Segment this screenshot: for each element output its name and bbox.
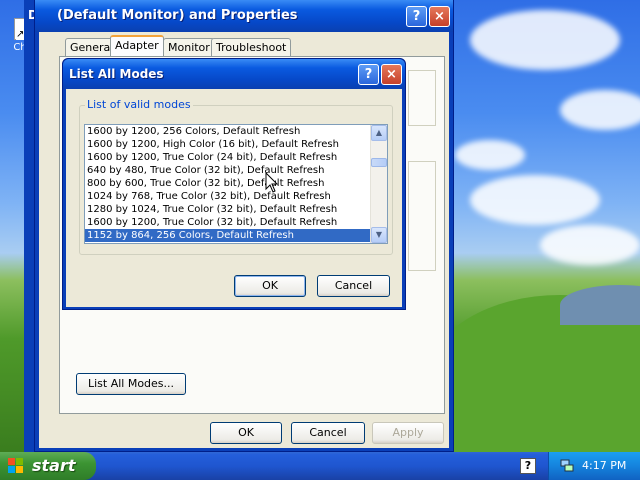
tab-adapter[interactable]: Adapter (110, 35, 164, 57)
scroll-up-icon[interactable]: ▲ (371, 125, 387, 141)
taskbar: start ? 4:17 PM (0, 452, 640, 480)
start-label: start (32, 456, 76, 475)
panel-group-fragment (408, 70, 436, 126)
scroll-down-icon[interactable]: ▼ (371, 227, 387, 243)
mode-list-item[interactable]: 1600 by 1200, True Color (32 bit), Defau… (85, 216, 387, 229)
properties-titlebar[interactable]: (Default Monitor) and Properties ? × (35, 0, 453, 32)
windows-logo-icon (8, 458, 23, 473)
modes-close-button[interactable]: × (381, 64, 402, 85)
properties-close-button[interactable]: × (429, 6, 450, 27)
scroll-thumb[interactable] (371, 158, 387, 167)
tab-monitor[interactable]: Monitor (163, 38, 215, 56)
tab-troubleshoot[interactable]: Troubleshoot (211, 38, 292, 56)
network-tray-icon[interactable] (560, 458, 574, 472)
clock: 4:17 PM (582, 459, 627, 472)
mode-list-item[interactable]: 1152 by 864, 256 Colors, Default Refresh (85, 229, 387, 242)
properties-apply-button[interactable]: Apply (372, 422, 444, 444)
mode-list-item[interactable]: 1024 by 768, True Color (32 bit), Defaul… (85, 190, 387, 203)
valid-modes-group: List of valid modes 1600 by 1200, 256 Co… (79, 98, 393, 255)
modes-dialog-title: List All Modes (69, 67, 164, 81)
help-tray-icon[interactable]: ? (520, 458, 536, 474)
modes-listbox[interactable]: 1600 by 1200, 256 Colors, Default Refres… (84, 124, 388, 244)
mode-list-item[interactable]: 1600 by 1200, 256 Colors, Default Refres… (85, 125, 387, 138)
mode-list-item[interactable]: 1280 by 1024, True Color (32 bit), Defau… (85, 203, 387, 216)
modes-titlebar[interactable]: List All Modes ? × (63, 59, 405, 89)
modes-cancel-button[interactable]: Cancel (317, 275, 390, 297)
modes-scrollbar[interactable]: ▲ ▼ (370, 125, 387, 243)
list-all-modes-button[interactable]: List All Modes... (76, 373, 186, 395)
mode-list-item[interactable]: 1600 by 1200, True Color (24 bit), Defau… (85, 151, 387, 164)
modes-dialog-body: List of valid modes 1600 by 1200, 256 Co… (66, 89, 402, 307)
properties-title: (Default Monitor) and Properties (57, 8, 298, 23)
valid-modes-label: List of valid modes (85, 98, 193, 111)
mouse-cursor-icon (265, 172, 279, 193)
properties-help-button[interactable]: ? (406, 6, 427, 27)
mode-list-item[interactable]: 640 by 480, True Color (32 bit), Default… (85, 164, 387, 177)
list-all-modes-dialog[interactable]: List All Modes ? × List of valid modes 1… (62, 58, 406, 310)
mode-list-item[interactable]: 800 by 600, True Color (32 bit), Default… (85, 177, 387, 190)
properties-ok-button[interactable]: OK (210, 422, 282, 444)
panel-group-fragment (408, 161, 436, 271)
modes-help-button[interactable]: ? (358, 64, 379, 85)
mode-list-item[interactable]: 1600 by 1200, High Color (16 bit), Defau… (85, 138, 387, 151)
modes-ok-button[interactable]: OK (234, 275, 306, 297)
start-button[interactable]: start (0, 452, 96, 480)
properties-cancel-button[interactable]: Cancel (291, 422, 365, 444)
